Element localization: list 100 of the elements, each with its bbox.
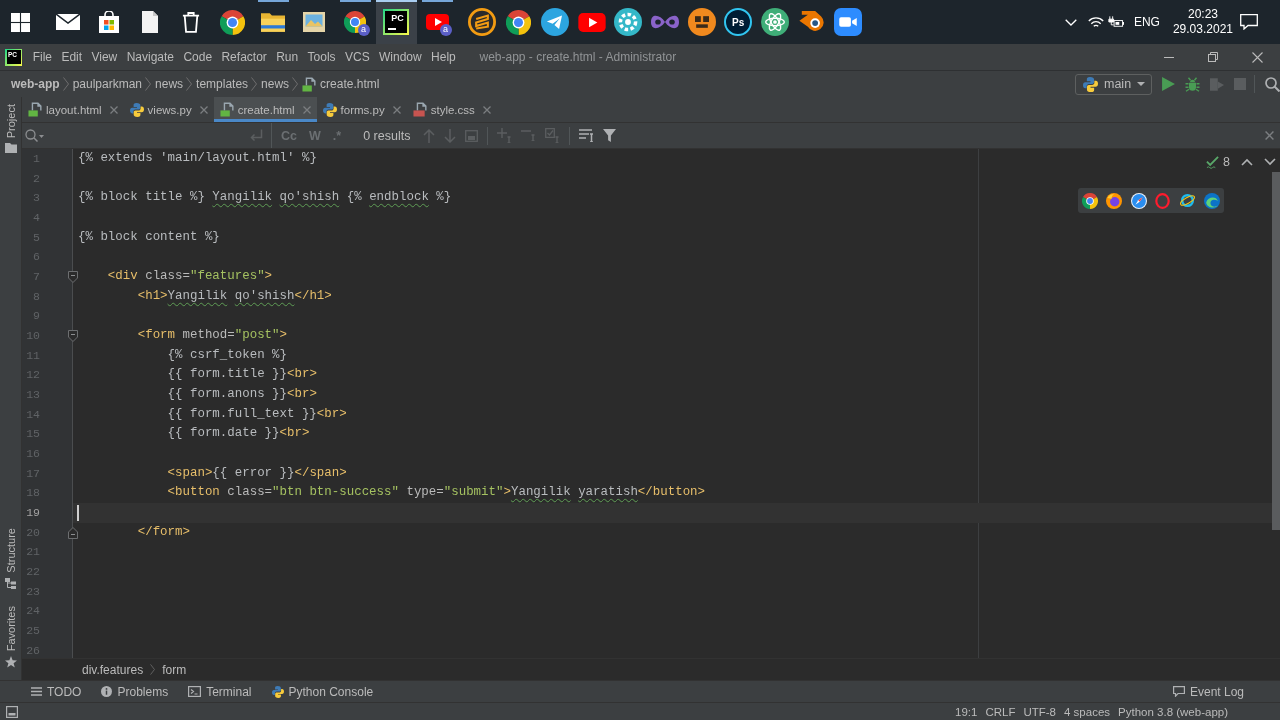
menu-item[interactable]: Refactor — [216, 50, 272, 64]
atom-icon — [760, 8, 789, 36]
run-config-dropdown[interactable]: main — [1075, 73, 1152, 95]
menu-item[interactable]: VCS — [340, 50, 375, 64]
breadcrumb[interactable]: web-app — [11, 77, 60, 91]
funnel-icon[interactable] — [603, 129, 617, 142]
breadcrumb[interactable]: templates — [196, 77, 249, 91]
status-item[interactable]: 19:1 — [951, 705, 982, 718]
ring-icon — [468, 8, 496, 36]
tricolor-circle-icon — [506, 9, 532, 35]
problem-count[interactable]: 8 — [1223, 155, 1230, 169]
status-item[interactable]: 4 spaces — [1060, 705, 1115, 718]
menu-item[interactable]: View — [86, 50, 122, 64]
notification-icon[interactable] — [1240, 14, 1258, 30]
chevron-up-icon[interactable] — [1241, 158, 1253, 166]
editor-tab[interactable]: views.py — [123, 97, 214, 122]
code-line: {{ form.date }}<br> — [167, 426, 310, 441]
search-icon[interactable] — [25, 129, 44, 142]
browser-icon[interactable] — [1203, 192, 1220, 209]
html-file-icon — [302, 76, 317, 92]
menu-item[interactable]: Window — [374, 50, 427, 64]
breadcrumb[interactable]: news — [261, 77, 290, 91]
editor-tab[interactable]: create.html — [213, 97, 317, 122]
tricolor-circle-icon — [219, 9, 245, 35]
minimize-icon[interactable] — [1163, 56, 1174, 58]
battery-plug-icon[interactable] — [1106, 16, 1124, 28]
editor-tab[interactable]: style.css — [406, 97, 497, 122]
menu-item[interactable]: Navigate — [121, 50, 179, 64]
document-icon — [142, 11, 158, 33]
status-item[interactable]: Python 3.8 (web-app) — [1114, 705, 1232, 718]
tool-window-button[interactable]: TODO — [21, 684, 92, 699]
tool-window-button[interactable]: Python Console — [261, 684, 384, 699]
code-line: </form> — [137, 524, 190, 539]
menu-item[interactable]: Code — [178, 50, 217, 64]
chevron-right-icon — [145, 77, 152, 91]
status-item[interactable]: CRLF — [981, 705, 1020, 718]
editor-tab[interactable]: layout.html — [22, 97, 124, 122]
trash-icon — [182, 11, 200, 33]
check-icon[interactable] — [1206, 155, 1220, 169]
clock-time[interactable]: 20:23 — [1187, 7, 1218, 22]
chevron-right-icon — [62, 77, 69, 91]
tool-window-button[interactable]: Terminal — [178, 684, 262, 699]
search-icon[interactable] — [1265, 76, 1280, 92]
paper-plane-icon — [541, 8, 570, 36]
star-icon — [4, 656, 17, 668]
browser-icon[interactable] — [1106, 192, 1123, 209]
tool-window-button[interactable]: Problems — [91, 684, 179, 699]
fold-marker-icon[interactable] — [68, 271, 78, 284]
search-field[interactable] — [22, 123, 272, 148]
breadcrumb[interactable]: paulparkman — [72, 77, 143, 91]
code-line: {% csrf_token %} — [167, 347, 287, 362]
breadcrumb[interactable]: div.features — [82, 662, 144, 677]
filter-lines-icon[interactable] — [579, 129, 595, 142]
chevron-right-icon — [292, 77, 299, 91]
breadcrumb[interactable]: create.html — [302, 76, 380, 92]
clock-date[interactable]: 29.03.2021 — [1172, 22, 1233, 37]
tool-window-button[interactable]: Event Log — [1162, 684, 1254, 699]
code-line: {% extends 'main/layout.html' %} — [78, 151, 317, 165]
status-item[interactable]: UTF-8 — [1019, 705, 1060, 718]
restore-icon[interactable] — [1208, 52, 1219, 62]
folder-icon — [261, 12, 285, 32]
editor-tab[interactable]: forms.py — [316, 97, 407, 122]
chevron-right-icon — [251, 77, 258, 91]
gear-icon — [614, 8, 643, 36]
scrollbar-thumb[interactable] — [1272, 172, 1280, 530]
close-icon[interactable] — [1252, 51, 1264, 63]
close-icon[interactable] — [199, 105, 208, 114]
language-indicator[interactable]: ENG — [1133, 15, 1160, 29]
fold-marker-icon[interactable] — [68, 330, 78, 343]
menu-item[interactable]: File — [28, 50, 57, 64]
close-icon[interactable] — [482, 105, 491, 114]
browser-icon[interactable] — [1082, 192, 1098, 209]
menu-item[interactable]: Tools — [302, 50, 341, 64]
menu-item[interactable]: Run — [271, 50, 303, 64]
close-icon[interactable] — [1265, 131, 1274, 140]
wifi-icon[interactable] — [1087, 16, 1104, 28]
play-button-icon — [425, 14, 449, 30]
menu-item[interactable]: Edit — [56, 50, 87, 64]
results-count: 0 results — [363, 128, 411, 143]
taskbar-button[interactable]: Ps — [719, 0, 757, 44]
code-line: <button class="btn btn-success" type="submit">Yangilik yaratish</button> — [167, 485, 706, 500]
panel-toggle-icon[interactable] — [6, 705, 18, 718]
close-icon[interactable] — [109, 105, 118, 114]
taskbar-button[interactable]: PC — [375, 0, 417, 44]
bug-icon[interactable] — [1185, 76, 1200, 92]
chevron-right-icon — [186, 77, 193, 91]
checkbox-caret-icon[interactable] — [545, 128, 561, 143]
browser-icon[interactable] — [1130, 192, 1147, 209]
breadcrumb[interactable]: news — [155, 77, 184, 91]
close-icon[interactable] — [392, 105, 401, 114]
app-logo: PC — [383, 9, 409, 35]
side-tab[interactable]: Favorites — [4, 605, 17, 668]
browser-icon[interactable] — [1178, 192, 1196, 209]
breadcrumb[interactable]: form — [162, 662, 187, 677]
menu-item[interactable]: Help — [426, 50, 461, 64]
side-tab[interactable]: Project — [4, 104, 17, 154]
side-tab[interactable]: Structure — [4, 528, 17, 589]
fold-marker-icon[interactable] — [68, 526, 78, 539]
run-icon[interactable] — [1162, 77, 1175, 91]
chevron-down-icon[interactable] — [1264, 158, 1276, 166]
